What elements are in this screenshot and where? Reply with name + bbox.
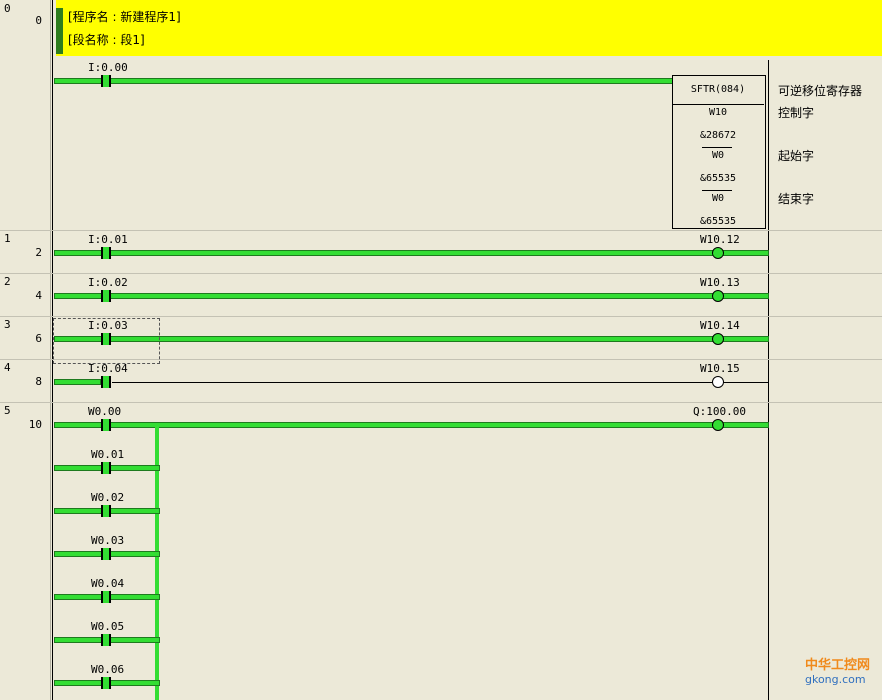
sftr-title-divider (672, 104, 764, 105)
coil-3[interactable] (712, 333, 724, 345)
rung-separator (0, 402, 882, 403)
contact-label: I:0.04 (88, 362, 128, 375)
branch-contact-label: W0.06 (91, 663, 125, 676)
contact-5[interactable] (101, 419, 111, 431)
sftr-comment-end: 结束字 (778, 192, 815, 206)
branch-contact[interactable] (101, 462, 111, 474)
step-number: 8 (35, 375, 42, 388)
rung-separator (0, 273, 882, 274)
sftr-operand: W0 (711, 193, 725, 204)
watermark-logo: 中华工控网 gkong.com (805, 654, 870, 686)
contact-label: I:0.01 (88, 233, 128, 246)
branch-contact[interactable] (101, 591, 111, 603)
sftr-comment-control: 控制字 (778, 106, 815, 120)
coil-label: W10.15 (700, 362, 740, 375)
step-number: 10 (28, 418, 42, 431)
sftr-operand: &65535 (699, 216, 737, 227)
coil-4[interactable] (712, 376, 724, 388)
sftr-operand: W10 (708, 107, 728, 118)
rung-3-line (55, 337, 768, 341)
coil-5[interactable] (712, 419, 724, 431)
branch-contact-label: W0.04 (91, 577, 125, 590)
operand-divider (702, 147, 732, 148)
branch-contact-label: W0.01 (91, 448, 125, 461)
sftr-operand: &65535 (699, 173, 737, 184)
sftr-comment-start: 起始字 (778, 149, 815, 163)
right-power-rail (768, 60, 769, 700)
sftr-title: SFTR(084) (690, 84, 746, 95)
rung-index: 3 (4, 318, 11, 331)
contact-2[interactable] (101, 290, 111, 302)
contact-label: I:0.02 (88, 276, 128, 289)
rung-1-line (55, 251, 768, 255)
branch-contact-label: W0.03 (91, 534, 125, 547)
coil-2[interactable] (712, 290, 724, 302)
watermark-line1: 中华工控网 (804, 658, 870, 673)
branch-contact-label: W0.02 (91, 491, 125, 504)
sftr-operand: W0 (711, 150, 725, 161)
contact-1[interactable] (101, 247, 111, 259)
rung-0-line (55, 79, 672, 83)
header-marker (56, 8, 63, 54)
rung-separator (0, 230, 882, 231)
rung-4-input-line (55, 380, 100, 384)
coil-1[interactable] (712, 247, 724, 259)
branch-contact-label: W0.05 (91, 620, 125, 633)
coil-label: W10.14 (700, 319, 740, 332)
section-name: [段名称 : 段1] (68, 33, 145, 47)
step-number: 0 (35, 14, 42, 27)
operand-divider (702, 190, 732, 191)
rung-index: 1 (4, 232, 11, 245)
contact-i0-00[interactable] (101, 75, 111, 87)
rung-4-line (112, 382, 768, 383)
rung-index: 5 (4, 404, 11, 417)
rung-index: 2 (4, 275, 11, 288)
sftr-comment-name: 可逆移位寄存器 (778, 84, 863, 98)
ladder-editor[interactable]: [程序名 : 新建程序1] [段名称 : 段1] 0 0 1 2 2 4 3 6 4 8 5 10 I:… (0, 0, 882, 700)
rung-number-column (0, 0, 51, 700)
rung-5-line (55, 423, 768, 427)
coil-label: W10.12 (700, 233, 740, 246)
contact-4[interactable] (101, 376, 111, 388)
rung-index: 0 (4, 2, 11, 15)
coil-label: Q:100.00 (693, 405, 746, 418)
branch-contact[interactable] (101, 548, 111, 560)
rung-index: 4 (4, 361, 11, 374)
branch-contact[interactable] (101, 634, 111, 646)
selection-cursor[interactable] (53, 318, 160, 364)
rung-2-line (55, 294, 768, 298)
contact-label: I:0.00 (88, 61, 128, 74)
branch-contact[interactable] (101, 505, 111, 517)
rung-separator (0, 316, 882, 317)
step-number: 6 (35, 332, 42, 345)
watermark-line2: gkong.com (804, 673, 866, 686)
sftr-operand: &28672 (699, 130, 737, 141)
program-name: [程序名 : 新建程序1] (68, 10, 181, 24)
step-number: 2 (35, 246, 42, 259)
coil-label: W10.13 (700, 276, 740, 289)
step-number: 4 (35, 289, 42, 302)
contact-label: W0.00 (88, 405, 122, 418)
branch-contact[interactable] (101, 677, 111, 689)
